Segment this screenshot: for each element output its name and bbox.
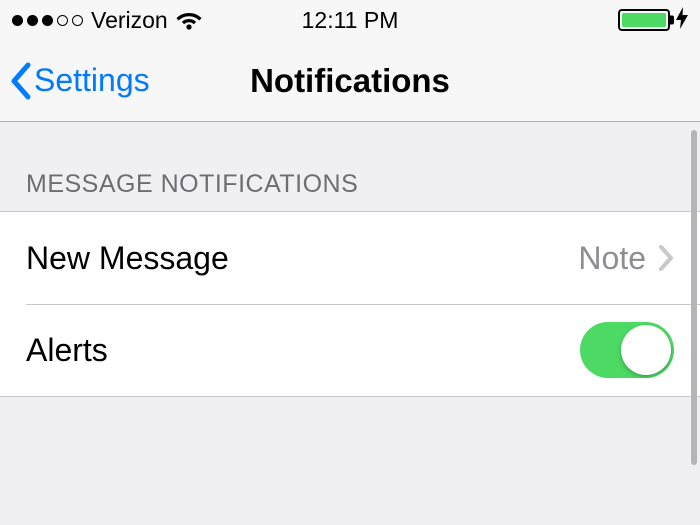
back-button[interactable]: Settings [10, 62, 150, 100]
row-alerts: Alerts [0, 304, 700, 396]
status-right [618, 7, 688, 33]
battery-icon [618, 9, 670, 31]
status-bar: Verizon 12:11 PM [0, 0, 700, 40]
scrollbar[interactable] [691, 130, 697, 465]
page-title: Notifications [250, 62, 450, 100]
row-value: Note [578, 240, 646, 277]
row-new-message[interactable]: New Message Note [0, 212, 700, 304]
signal-strength-icon [12, 15, 83, 26]
section-header: MESSAGE NOTIFICATIONS [0, 122, 700, 211]
wifi-icon [176, 10, 202, 30]
chevron-right-icon [658, 244, 674, 272]
alerts-toggle[interactable] [580, 322, 674, 378]
nav-bar: Settings Notifications [0, 40, 700, 122]
row-label: Alerts [26, 332, 108, 369]
chevron-left-icon [10, 62, 32, 100]
status-left: Verizon [12, 7, 202, 34]
row-right [580, 322, 674, 378]
content: MESSAGE NOTIFICATIONS New Message Note A… [0, 122, 700, 525]
carrier-label: Verizon [91, 7, 168, 34]
clock: 12:11 PM [302, 7, 399, 34]
row-right: Note [578, 240, 674, 277]
settings-rows: New Message Note Alerts [0, 211, 700, 397]
back-label: Settings [34, 62, 150, 99]
toggle-knob [621, 325, 671, 375]
row-label: New Message [26, 240, 229, 277]
charging-icon [676, 7, 688, 33]
